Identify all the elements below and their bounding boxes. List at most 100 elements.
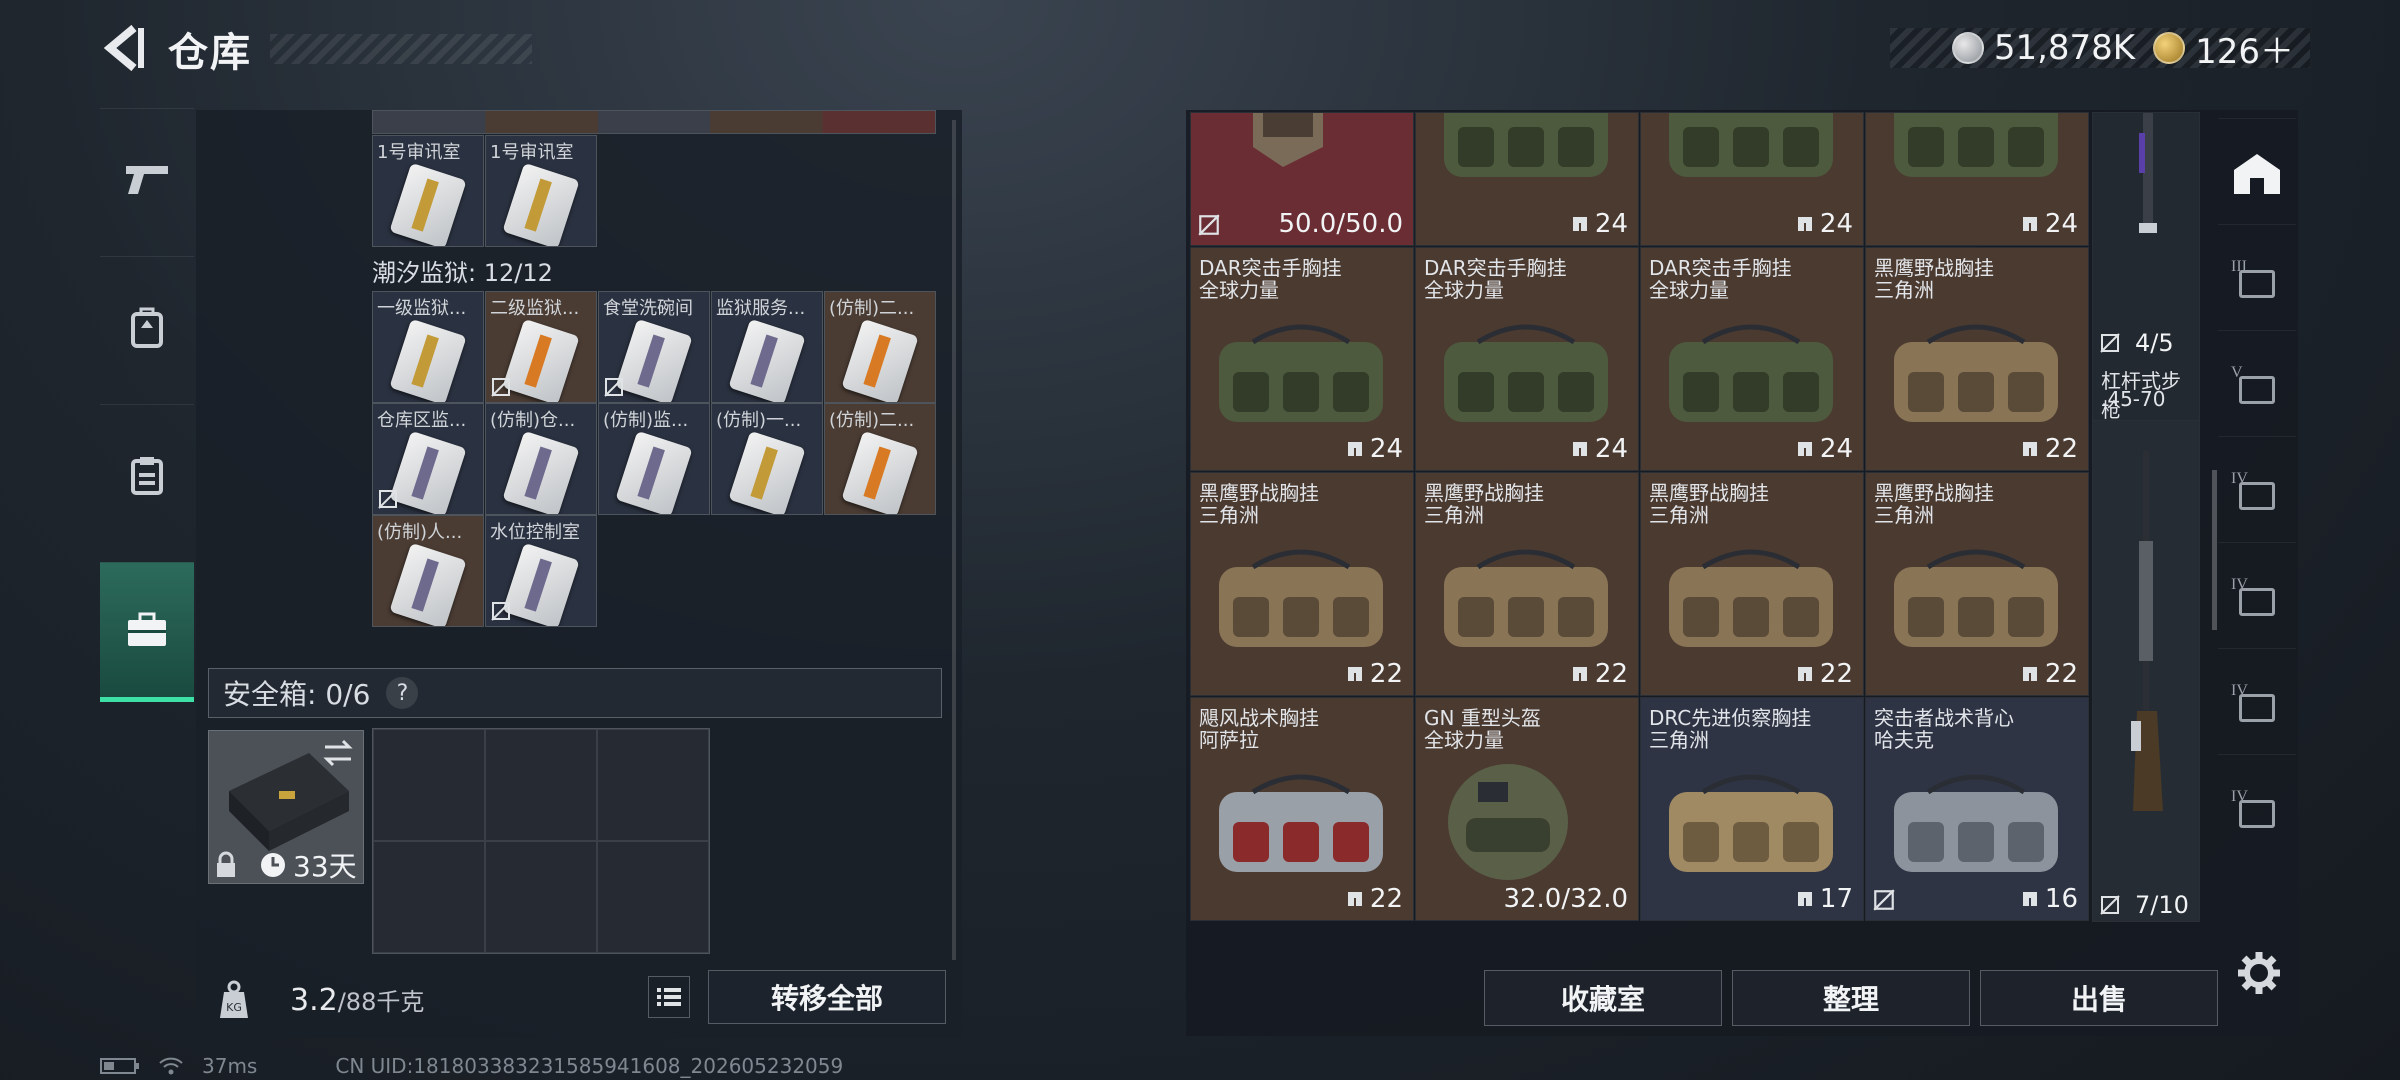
inventory-scrollbar[interactable] — [2212, 470, 2217, 630]
stash-item[interactable]: 1号审讯室 — [372, 135, 484, 247]
keycard-image — [841, 318, 919, 402]
stash-item[interactable]: (仿制)仓... — [485, 403, 597, 515]
category-filter-5[interactable]: IV — [2218, 648, 2296, 758]
settings-gear-icon[interactable] — [2236, 950, 2282, 996]
item-quantity: 50.0/50.0 — [1278, 209, 1403, 239]
inventory-item[interactable]: 24 — [1415, 112, 1639, 246]
stash-item[interactable]: 食堂洗碗间 — [598, 291, 710, 403]
inventory-item[interactable]: 黑鹰野战胸挂 三角洲 22 — [1415, 472, 1639, 696]
inventory-item[interactable]: DAR突击手胸挂 全球力量 24 — [1190, 247, 1414, 471]
inventory-item[interactable]: 黑鹰野战胸挂 三角洲 22 — [1865, 472, 2089, 696]
organize-button[interactable]: 整理 — [1732, 970, 1970, 1026]
stash-item[interactable]: (仿制)二... — [824, 403, 936, 515]
inventory-item[interactable]: 黑鹰野战胸挂 三角洲 22 — [1865, 247, 2089, 471]
item-faction: 三角洲 — [1649, 728, 1709, 752]
weapon-item-sniper[interactable]: 7/10 — [2092, 420, 2200, 922]
nav-equipment[interactable] — [100, 256, 194, 396]
category-filter-2[interactable]: V — [2218, 330, 2296, 440]
safe-slot[interactable] — [373, 841, 485, 953]
silver-coin-icon — [1951, 32, 1984, 64]
category-filter-0[interactable] — [2218, 118, 2296, 228]
sell-button[interactable]: 出售 — [1980, 970, 2218, 1026]
stash-scrollbar[interactable] — [952, 120, 956, 960]
inventory-item[interactable]: 黑鹰野战胸挂 三角洲 22 — [1640, 472, 1864, 696]
category-filter-1[interactable]: III — [2218, 224, 2296, 334]
weapon-count-text: 4/5 — [2135, 329, 2174, 357]
weapon-item-lever-rifle[interactable]: 4/5 杠杆式步枪 .45-70 — [2092, 112, 2200, 470]
item-quantity-text: 24 — [1594, 209, 1628, 239]
inventory-item[interactable]: GN 重型头盔 全球力量 32.0/32.0 — [1415, 697, 1639, 921]
keycard-image — [502, 162, 580, 246]
nav-toolbox[interactable] — [100, 562, 194, 702]
category-filter-6[interactable]: IV — [2218, 754, 2296, 864]
safe-slot[interactable] — [485, 729, 597, 841]
durability-icon — [1347, 442, 1362, 456]
stash-item[interactable]: 1号审讯室 — [485, 135, 597, 247]
safe-box-grid[interactable] — [372, 728, 710, 954]
item-faction: 三角洲 — [1874, 503, 1934, 527]
inventory-item[interactable]: DAR突击手胸挂 全球力量 24 — [1415, 247, 1639, 471]
inventory-item[interactable]: 24 — [1865, 112, 2089, 246]
category-3-icon: III — [2231, 258, 2283, 302]
safe-slot[interactable] — [373, 729, 485, 841]
item-faction: 全球力量 — [1424, 728, 1504, 752]
nav-weapons[interactable] — [100, 108, 194, 248]
gold-currency[interactable]: 126＋ — [2153, 24, 2294, 73]
durability-icon — [1572, 667, 1587, 681]
chest-rig-image — [1894, 774, 2058, 872]
item-quantity-text: 24 — [1369, 434, 1403, 464]
stash-item[interactable]: 仓库区监... — [372, 403, 484, 515]
transfer-all-button[interactable]: 转移全部 — [708, 970, 946, 1024]
no-favorite-icon — [1198, 214, 1220, 236]
inventory-item[interactable]: 24 — [1640, 112, 1864, 246]
inventory-item[interactable]: 50.0/50.0 — [1190, 112, 1414, 246]
stash-item[interactable]: (仿制)监... — [598, 403, 710, 515]
section-title: 潮汐监狱: 12/12 — [372, 259, 553, 287]
clipboard-icon — [131, 456, 163, 495]
help-button[interactable]: ? — [386, 677, 419, 709]
swap-icon[interactable] — [321, 739, 355, 767]
safe-slot[interactable] — [597, 729, 709, 841]
stash-item[interactable]: (仿制)一... — [711, 403, 823, 515]
stash-item[interactable]: 监狱服务... — [711, 291, 823, 403]
item-quantity: 22 — [1346, 884, 1403, 914]
item-faction: 三角洲 — [1199, 503, 1259, 527]
stash-item[interactable]: 水位控制室 — [485, 515, 597, 627]
chest-rig-image — [1219, 774, 1383, 872]
durability-icon — [1347, 667, 1362, 681]
no-favorite-icon — [378, 489, 398, 509]
category-filter-4[interactable]: IV — [2218, 542, 2296, 652]
chest-rig-image — [1669, 324, 1833, 422]
item-quantity: 22 — [1796, 659, 1853, 689]
weight-icon: KG — [220, 980, 248, 1018]
category-filter-3[interactable]: IV — [2218, 436, 2296, 546]
toolbox-icon — [128, 612, 166, 646]
item-name: 仓库区监... — [377, 410, 467, 431]
chest-rig-image — [1444, 324, 1608, 422]
list-view-button[interactable] — [648, 976, 690, 1018]
item-name: (仿制)二... — [829, 298, 915, 319]
stash-item[interactable]: (仿制)二... — [824, 291, 936, 403]
safe-slot[interactable] — [597, 841, 709, 953]
inventory-item[interactable]: 飓风战术胸挂 阿萨拉 22 — [1190, 697, 1414, 921]
stash-item[interactable]: 二级监狱... — [485, 291, 597, 403]
item-quantity: 24 — [1346, 434, 1403, 464]
item-quantity: 24 — [1796, 209, 1853, 239]
back-button[interactable] — [100, 22, 146, 74]
item-faction: 哈夫克 — [1874, 728, 1934, 752]
wifi-icon — [159, 1057, 183, 1075]
item-name: 食堂洗碗间 — [603, 298, 693, 319]
inventory-item[interactable]: DAR突击手胸挂 全球力量 24 — [1640, 247, 1864, 471]
item-faction: 阿萨拉 — [1199, 728, 1259, 752]
safe-case-item[interactable]: 33天 — [208, 730, 364, 884]
inventory-item[interactable]: 黑鹰野战胸挂 三角洲 22 — [1190, 472, 1414, 696]
chest-rig-image — [1669, 113, 1833, 177]
collection-room-button[interactable]: 收藏室 — [1484, 970, 1722, 1026]
weight-value: 3.2 — [290, 983, 338, 1018]
stash-item[interactable]: 一级监狱... — [372, 291, 484, 403]
nav-supplies[interactable] — [100, 404, 194, 544]
safe-slot[interactable] — [485, 841, 597, 953]
inventory-item[interactable]: DRC先进侦察胸挂 三角洲 17 — [1640, 697, 1864, 921]
inventory-item[interactable]: 突击者战术背心 哈夫克 16 — [1865, 697, 2089, 921]
stash-item[interactable]: (仿制)人... — [372, 515, 484, 627]
